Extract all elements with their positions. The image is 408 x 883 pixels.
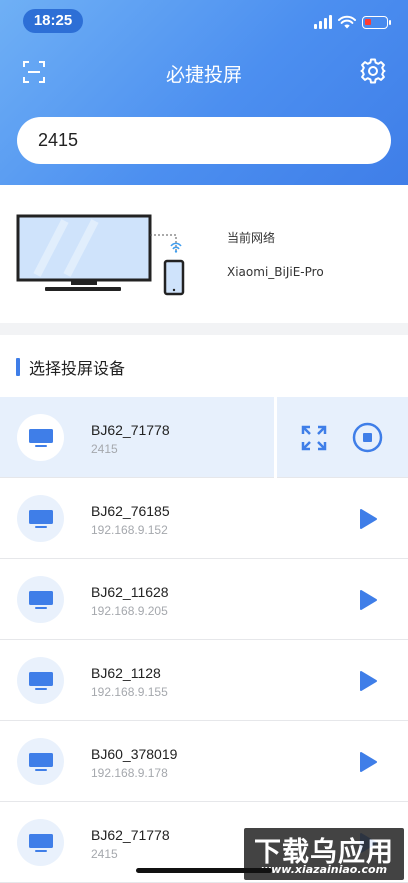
tv-icon: [17, 819, 64, 866]
tv-icon: [17, 576, 64, 623]
device-address: 2415: [91, 442, 118, 456]
tv-phone-illustration: [16, 214, 185, 296]
device-name: BJ62_11628: [91, 584, 169, 600]
section-accent-bar: [16, 358, 20, 376]
cellular-signal-icon: [314, 15, 332, 29]
device-address: 192.168.9.155: [91, 685, 168, 699]
play-icon[interactable]: [358, 589, 378, 611]
tv-icon: [17, 414, 64, 461]
home-indicator[interactable]: [136, 868, 272, 873]
wifi-icon: [338, 15, 356, 29]
section-title: 选择投屏设备: [29, 359, 126, 378]
battery-icon: [362, 15, 391, 29]
device-list: BJ62_71778 2415 BJ62_76185 192.168.9.152…: [0, 397, 408, 883]
device-name: BJ62_71778: [91, 827, 170, 843]
fullscreen-icon[interactable]: [301, 425, 327, 451]
device-address: 192.168.9.205: [91, 604, 168, 618]
device-row[interactable]: BJ62_76185 192.168.9.152: [0, 478, 408, 559]
device-address: 2415: [91, 847, 118, 861]
network-card: 当前网络 Xiaomi_BiJiE-Pro: [0, 185, 408, 323]
play-icon[interactable]: [358, 751, 378, 773]
tv-icon: [17, 657, 64, 704]
tv-icon: [17, 738, 64, 785]
search-input[interactable]: 2415: [17, 117, 391, 164]
play-icon[interactable]: [358, 670, 378, 692]
page-title: 必捷投屏: [165, 64, 242, 86]
stop-icon[interactable]: [352, 422, 383, 453]
nav-bar: 必捷投屏: [0, 52, 408, 92]
status-time: 18:25: [23, 9, 83, 33]
tv-icon: [17, 495, 64, 542]
play-icon[interactable]: [358, 508, 378, 530]
network-label: 当前网络: [227, 231, 276, 245]
status-bar: 18:25: [0, 0, 408, 40]
header: 18:25 必捷投屏 2415: [0, 0, 408, 185]
device-name: BJ62_1128: [91, 665, 161, 681]
section-divider: [0, 323, 408, 335]
device-row[interactable]: BJ62_1128 192.168.9.155: [0, 640, 408, 721]
device-row[interactable]: BJ62_11628 192.168.9.205: [0, 559, 408, 640]
device-row[interactable]: BJ60_378019 192.168.9.178: [0, 721, 408, 802]
status-icons: [314, 12, 391, 32]
device-row[interactable]: BJ62_71778 2415: [0, 397, 408, 478]
row-separator: [274, 397, 277, 478]
device-address: 192.168.9.178: [91, 766, 168, 780]
network-name: Xiaomi_BiJiE-Pro: [227, 265, 324, 279]
device-name: BJ62_71778: [91, 422, 170, 438]
section-header: 选择投屏设备: [16, 356, 125, 378]
gear-icon[interactable]: [360, 58, 386, 84]
device-name: BJ62_76185: [91, 503, 170, 519]
device-name: BJ60_378019: [91, 746, 178, 762]
device-address: 192.168.9.152: [91, 523, 168, 537]
